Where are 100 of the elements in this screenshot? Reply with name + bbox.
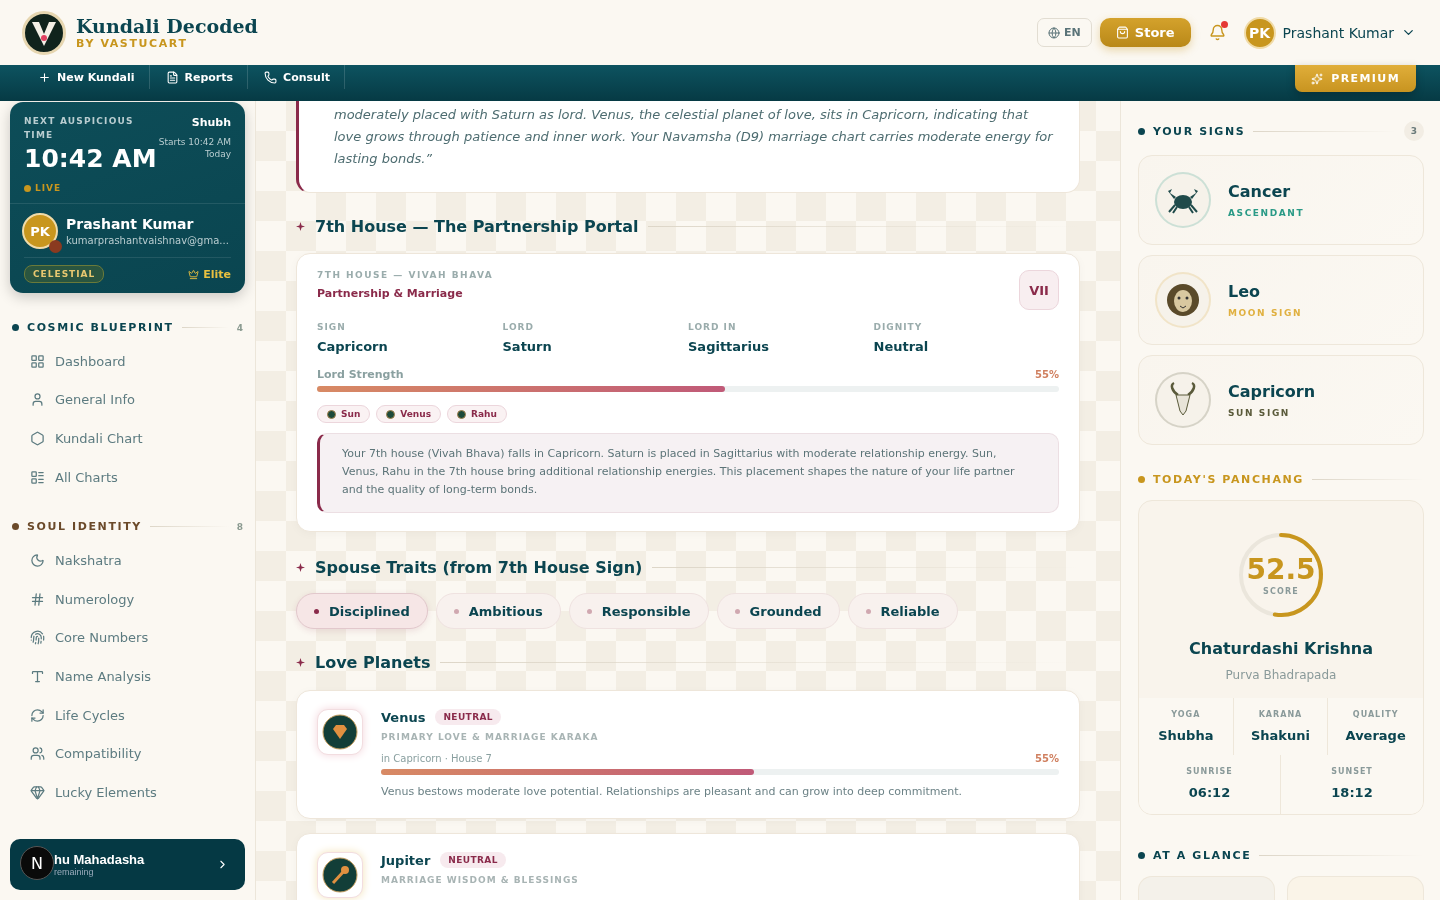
fact-label: SIGN [317,322,347,332]
strength-reading: 55% [1035,369,1059,380]
sparkle-icon [296,222,305,231]
brand-title: Kundali Decoded [76,15,258,37]
gem-emblem-icon [322,714,358,750]
sidebar-item[interactable]: Core Numbers [10,618,245,658]
bell-icon [1208,24,1226,41]
lion-drawing [1165,281,1201,319]
sign-role: MOON SIGN [1228,308,1303,318]
crown-icon [188,268,200,280]
sidebar-item[interactable]: General Info [10,380,245,420]
planet-dot-icon [327,409,336,419]
live-indicator: LIVE [24,183,157,193]
fact-label: LORD IN [688,322,738,332]
brand-subtitle: BY VASTUCART [76,37,189,50]
section-heading: Spouse Traits (from 7th House Sign) [315,558,643,577]
planet-tag: Rahu [447,405,507,423]
sidebar-item[interactable]: Life Cycles [10,695,245,735]
strength-label: Lord Strength [317,368,404,381]
fact-value: Saturn [502,339,553,354]
section-heading: Love Planets [315,653,431,672]
section-count: 4 [236,322,243,333]
start-time: Starts 10:42 AM [158,137,231,147]
sign-name: Cancer [1228,182,1292,201]
section-title: YOUR SIGNS [1153,124,1246,138]
plan-label: Elite [188,267,231,281]
sign-role: SUN SIGN [1228,408,1291,418]
sidebar-item[interactable]: Nakshatra [10,541,245,580]
user-icon [30,392,45,408]
section-dot [1138,852,1145,859]
score-value: 52.5 [1246,554,1316,585]
planet-dot-icon [386,409,396,419]
section-title: COSMIC BLUEPRINT [27,321,174,334]
fact-label: LORD [502,322,535,332]
plus-icon [38,70,51,84]
dignity-badge: NEUTRAL [435,709,501,725]
logo-icon [22,10,66,55]
muhurta-name: Shubh [191,116,231,129]
section-title: AT A GLANCE [1153,849,1252,862]
planet-name: Venus [381,709,426,725]
trait-chip[interactable]: Grounded [716,593,840,629]
profile-email: kumarprashantvaishnav@gma... [66,235,229,246]
section-count: 8 [236,521,243,532]
fact-label: DIGNITY [873,322,924,332]
planet-tag: Venus [376,405,442,423]
score-label: SCORE [1262,586,1300,596]
nav-link[interactable]: Consult [256,65,345,89]
language-button[interactable]: EN [1037,18,1092,47]
stat-value: Shakuni [1251,728,1310,743]
tithi-name: Chaturdashi Krishna [1189,639,1373,658]
sign-card[interactable]: Leo MOON SIGN [1138,255,1424,345]
section-title: TODAY'S PANCHANG [1153,473,1304,486]
sidebar-item[interactable]: Lucky Elements [10,772,245,812]
staff-emblem-icon [322,857,358,893]
sidebar-item[interactable]: Dashboard [10,342,245,381]
hash-icon [30,591,45,607]
fact-value: Neutral [873,339,930,354]
sidebar-item[interactable]: Kundali Chart [10,419,245,458]
trait-chip[interactable]: Ambitious [435,593,561,629]
nav-link[interactable]: Reports [157,65,249,89]
tier-badge: CELESTIAL [24,265,105,283]
profile-name: Prashant Kumar [66,216,195,232]
auspicious-time: 10:42 AM [24,144,157,173]
planet-role: PRIMARY LOVE & MARRIAGE KARAKA [381,731,600,743]
phone-icon [264,70,278,84]
time-label: SUNSET [1331,767,1373,776]
letter-t-icon [30,668,45,684]
planet-placement: in Capricorn · House 7 [381,753,492,764]
stat-value: Average [1345,728,1406,743]
sign-card[interactable]: Cancer ASCENDANT [1138,155,1424,245]
quote-text: moderately placed with Saturn as lord. Venus, the celestial planet of love, sits in Capricorn, indicating that love grows through patience and inner work. Your Navamsha (D9) marriage chart carries moderate energy for lasting bonds.” [334,106,1054,168]
list-icon [30,469,45,485]
nav-link[interactable]: New Kundali [30,65,150,89]
notifications-button[interactable] [1208,24,1226,41]
time-value: 18:12 [1331,785,1373,800]
trait-chip[interactable]: Reliable [847,593,958,629]
house-eyebrow: 7TH HOUSE — VIVAH BHAVA [317,270,494,280]
document-icon [165,70,179,84]
profile-avatar: PK [22,213,58,249]
sparkles-icon [1311,72,1324,85]
house-numeral: VII [1019,270,1059,310]
section-title: SOUL IDENTITY [27,520,142,534]
fact-value: Sagittarius [688,339,770,354]
user-menu[interactable]: PK Prashant Kumar [1243,16,1416,49]
stat-value: Shubha [1158,728,1214,743]
sidebar-item[interactable]: All Charts [10,457,245,497]
trait-chip[interactable]: Disciplined [296,593,428,629]
stat-label: QUALITY [1352,710,1399,719]
sidebar-item[interactable]: Compatibility [10,734,245,773]
sidebar-item[interactable]: Numerology [10,579,245,619]
sign-card[interactable]: Capricorn SUN SIGN [1138,355,1424,445]
moon-icon [30,553,45,569]
trait-chip[interactable]: Responsible [568,593,709,629]
sign-name: Capricorn [1228,382,1316,401]
time-value: 06:12 [1188,785,1231,800]
planet-tag: Sun [317,405,371,423]
refresh-icon [30,707,45,723]
section-dot [1138,476,1145,483]
house-note: Your 7th house (Vivah Bhava) falls in Capricorn. Saturn is placed in Sagittarius with moderate relationship energy. Sun, Venus, Rahu in the 7th house bring additional relationship energies. This placement shapes the nature of your life partner and the quality of long-term bonds. [317,433,1059,513]
sidebar-item[interactable]: Name Analysis [10,657,245,696]
